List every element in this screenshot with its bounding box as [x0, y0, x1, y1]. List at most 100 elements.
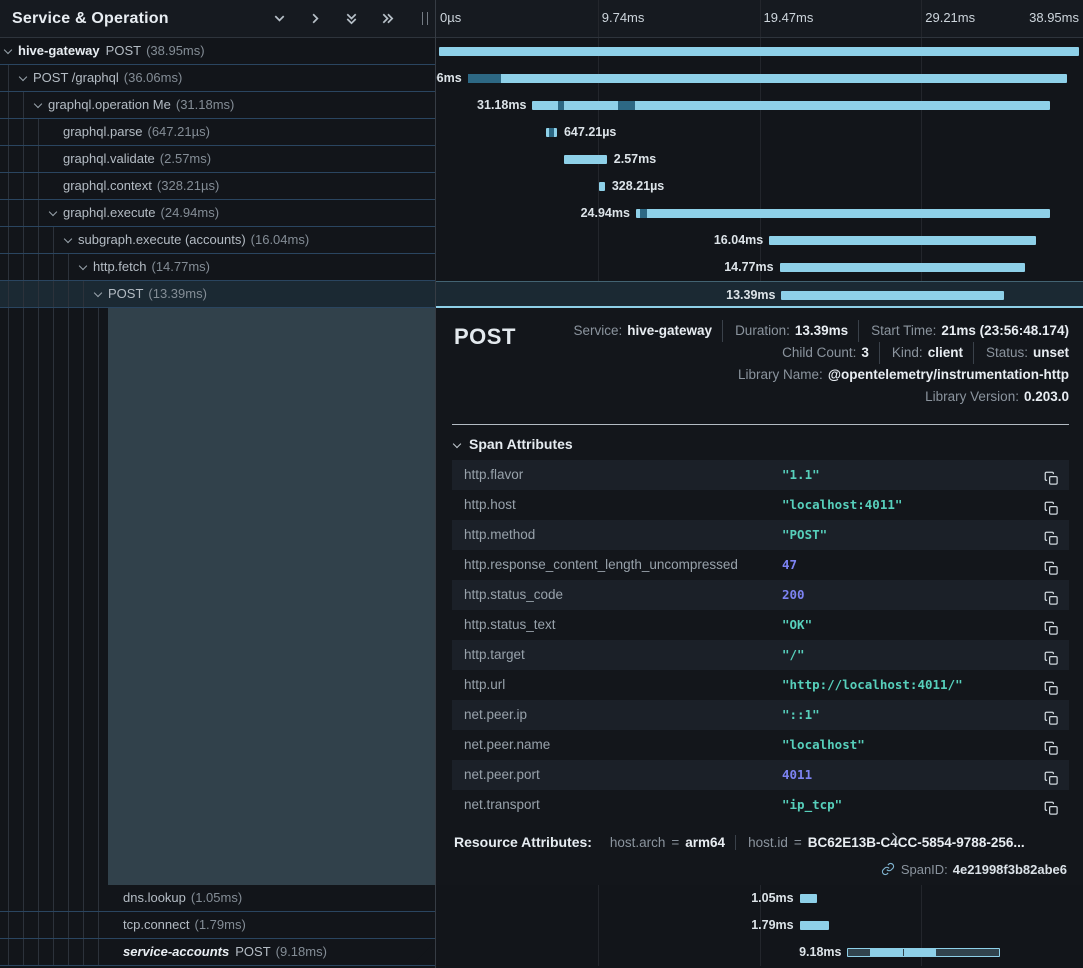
span-duration-bar[interactable] — [532, 101, 1050, 110]
resource-attributes-items: host.arch=arm64host.id=BC62E13B-C4CC-585… — [606, 835, 1025, 850]
resource-attribute-item: host.id=BC62E13B-C4CC-5854-9788-256... — [735, 835, 1025, 850]
span-bar-row[interactable]: 2.57ms — [436, 146, 1083, 173]
span-tree-row[interactable]: graphql.validate(2.57ms) — [0, 146, 435, 173]
detail-divider — [452, 424, 1069, 425]
double-chevron-right-icon[interactable] — [379, 11, 395, 27]
span-duration-bar[interactable] — [636, 209, 1050, 218]
span-tree-row[interactable]: hive-gatewayPOST(38.95ms) — [0, 38, 435, 65]
attribute-value: "POST" — [782, 520, 827, 550]
double-chevron-down-icon[interactable] — [343, 11, 359, 27]
span-operation-name: POST — [106, 43, 141, 58]
span-tree-row[interactable]: POST(13.39ms) — [0, 281, 435, 308]
span-duration-bar[interactable] — [847, 948, 1000, 957]
span-duration-bar[interactable] — [564, 155, 607, 164]
span-bar-row[interactable]: 14.77ms — [436, 254, 1083, 281]
indent-guide — [23, 173, 24, 199]
span-tree-row[interactable]: dns.lookup(1.05ms) — [0, 885, 435, 912]
indent-guide — [83, 885, 84, 911]
bar-duration-label: 1.05ms — [751, 885, 793, 912]
span-bar-row[interactable]: 36.06ms — [436, 65, 1083, 92]
span-bar-row[interactable]: 9.18ms — [436, 939, 1083, 966]
chevron-right-icon[interactable] — [307, 11, 323, 27]
span-bar-row[interactable]: 38.95ms — [436, 38, 1083, 65]
span-duration-label: (328.21µs) — [157, 178, 219, 193]
span-duration-bar[interactable] — [769, 236, 1036, 245]
span-attributes-header[interactable]: Span Attributes — [454, 436, 573, 452]
span-bar-row[interactable]: 24.94ms — [436, 200, 1083, 227]
indent-guide — [8, 885, 9, 911]
indent-guide — [38, 146, 39, 172]
span-tree-row[interactable]: graphql.operation Me(31.18ms) — [0, 92, 435, 119]
span-duration-label: (38.95ms) — [146, 43, 205, 58]
attribute-key: http.url — [464, 677, 505, 692]
self-time-notch — [558, 101, 564, 110]
chevron-down-icon[interactable] — [271, 11, 287, 27]
resource-attribute-key: host.arch — [610, 835, 666, 850]
detail-span-title: POST — [454, 324, 516, 350]
span-tree-row[interactable]: POST /graphql(36.06ms) — [0, 65, 435, 92]
span-tree-row[interactable]: service-accountsPOST(9.18ms) — [0, 939, 435, 966]
timeline-ruler: 0µs9.74ms19.47ms29.21ms38.95ms — [436, 0, 1083, 38]
bar-segment — [870, 949, 903, 956]
ruler-tick-label: 0µs — [440, 10, 461, 25]
collapse-chevron-icon[interactable] — [49, 208, 57, 216]
span-bar-row[interactable]: 328.21µs — [436, 173, 1083, 200]
meta-value: hive-gateway — [627, 323, 712, 338]
indent-guide — [8, 173, 9, 199]
collapse-chevron-icon[interactable] — [79, 262, 87, 270]
resource-attributes-header[interactable]: Resource Attributes: — [454, 834, 596, 850]
span-duration-label: (2.57ms) — [160, 151, 211, 166]
span-bar-row[interactable]: 1.05ms — [436, 885, 1083, 912]
ruler-tick-label: 29.21ms — [925, 10, 975, 25]
span-bar-row[interactable]: 16.04ms — [436, 227, 1083, 254]
indent-guide — [23, 227, 24, 253]
collapse-chevron-icon[interactable] — [34, 100, 42, 108]
collapse-chevron-icon[interactable] — [4, 46, 12, 54]
span-duration-bar[interactable] — [781, 291, 1004, 300]
meta-label: Duration: — [735, 323, 790, 338]
link-icon[interactable] — [881, 862, 895, 879]
indent-guide — [8, 254, 9, 280]
bar-duration-label: 1.79ms — [751, 912, 793, 939]
span-duration-bar[interactable] — [800, 921, 830, 930]
copy-icon[interactable] — [1044, 797, 1059, 827]
span-meta-item: Duration:13.39ms — [722, 320, 848, 342]
trace-timeline-view: Service & Operation hive-gatewayPOST(38.… — [0, 0, 1083, 968]
span-tree-row[interactable]: graphql.parse(647.21µs) — [0, 119, 435, 146]
panel-resize-handle[interactable] — [422, 12, 428, 25]
indent-guide — [23, 308, 24, 885]
collapse-chevron-icon[interactable] — [19, 73, 27, 81]
attribute-value: "::1" — [782, 700, 820, 730]
span-duration-label: (1.79ms) — [195, 917, 246, 932]
span-tree-row[interactable]: graphql.context(328.21µs) — [0, 173, 435, 200]
indent-guide — [8, 912, 9, 938]
span-bar-row[interactable]: 1.79ms — [436, 912, 1083, 939]
attribute-row: http.response_content_length_uncompresse… — [452, 550, 1069, 580]
span-duration-bar[interactable] — [780, 263, 1025, 272]
attribute-key: net.transport — [464, 797, 540, 812]
tree-controls — [271, 11, 395, 27]
attribute-row: net.transport"ip_tcp" — [452, 790, 1069, 820]
span-duration-bar[interactable] — [439, 47, 1080, 56]
indent-guide — [23, 119, 24, 145]
span-tree-row[interactable]: graphql.execute(24.94ms) — [0, 200, 435, 227]
span-operation-name: POST — [108, 286, 143, 301]
span-bar-row[interactable]: 31.18ms — [436, 92, 1083, 119]
indent-guide — [53, 254, 54, 280]
span-attributes-title: Span Attributes — [469, 436, 573, 452]
span-duration-bar[interactable] — [599, 182, 605, 191]
span-duration-label: (1.05ms) — [191, 890, 242, 905]
collapse-chevron-icon[interactable] — [64, 235, 72, 243]
span-bar-row[interactable]: 13.39ms — [436, 281, 1083, 308]
ruler-gridline — [598, 0, 599, 37]
span-bar-row[interactable]: 647.21µs — [436, 119, 1083, 146]
span-tree-row[interactable]: http.fetch(14.77ms) — [0, 254, 435, 281]
span-duration-bar[interactable] — [468, 74, 1067, 83]
span-duration-bar[interactable] — [800, 894, 817, 903]
attribute-key: http.flavor — [464, 467, 523, 482]
span-tree-row[interactable]: subgraph.execute (accounts)(16.04ms) — [0, 227, 435, 254]
indent-guide — [98, 308, 99, 885]
span-tree-row[interactable]: tcp.connect(1.79ms) — [0, 912, 435, 939]
ruler-gridline — [760, 0, 761, 37]
collapse-chevron-icon[interactable] — [94, 289, 102, 297]
